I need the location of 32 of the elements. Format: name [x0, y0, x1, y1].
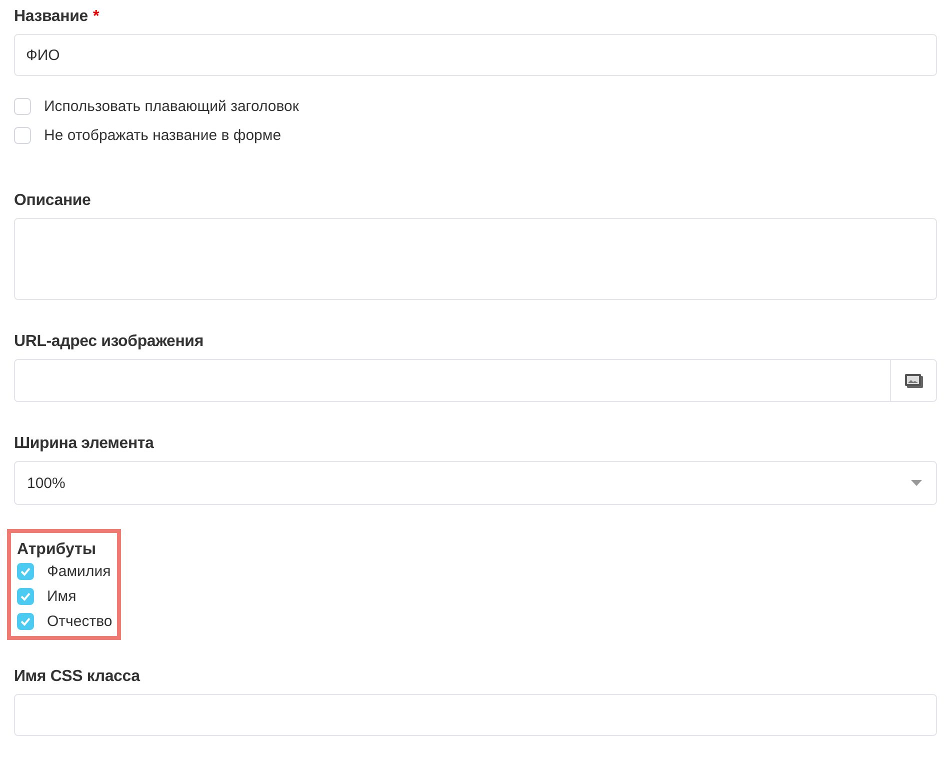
- checkbox-row[interactable]: Использовать плавающий заголовок: [14, 98, 937, 115]
- checkbox[interactable]: [14, 98, 31, 115]
- field-label: Имя CSS класса: [14, 668, 142, 686]
- image-icon: [904, 372, 924, 388]
- checkbox-label: Не отображать название в форме: [44, 127, 282, 144]
- input-field[interactable]: ФИО: [14, 34, 937, 76]
- checkbox[interactable]: [17, 613, 34, 630]
- field-label: Описание: [14, 192, 92, 210]
- caret-icon: [911, 480, 922, 486]
- field-label: Ширина элемента: [14, 435, 155, 453]
- field-label: Атрибуты: [17, 541, 98, 559]
- checkbox[interactable]: [17, 563, 34, 580]
- checkbox-label: Фамилия: [47, 563, 111, 580]
- textarea-field[interactable]: [14, 218, 937, 300]
- checkbox-row[interactable]: Не отображать название в форме: [14, 127, 937, 144]
- checkmark-icon: [20, 592, 31, 601]
- checkbox[interactable]: [14, 127, 31, 144]
- select-field[interactable]: 100%: [14, 461, 937, 505]
- checkbox-label: Имя: [47, 588, 76, 605]
- field-label: URL-адрес изображения: [14, 333, 204, 351]
- field-label: Название *: [14, 8, 100, 26]
- checkmark-icon: [20, 617, 31, 626]
- checkbox-label: Использовать плавающий заголовок: [44, 98, 299, 115]
- checkbox-row[interactable]: Фамилия: [17, 563, 112, 580]
- input-field[interactable]: [14, 694, 937, 736]
- checkbox-label: Отчество: [47, 613, 112, 630]
- checkbox[interactable]: [17, 588, 34, 605]
- checkmark-icon: [20, 567, 31, 576]
- input-field[interactable]: [14, 359, 890, 402]
- checkbox-row[interactable]: Имя: [17, 588, 112, 605]
- image-button[interactable]: [890, 359, 937, 402]
- checkbox-row[interactable]: Отчество: [17, 613, 112, 630]
